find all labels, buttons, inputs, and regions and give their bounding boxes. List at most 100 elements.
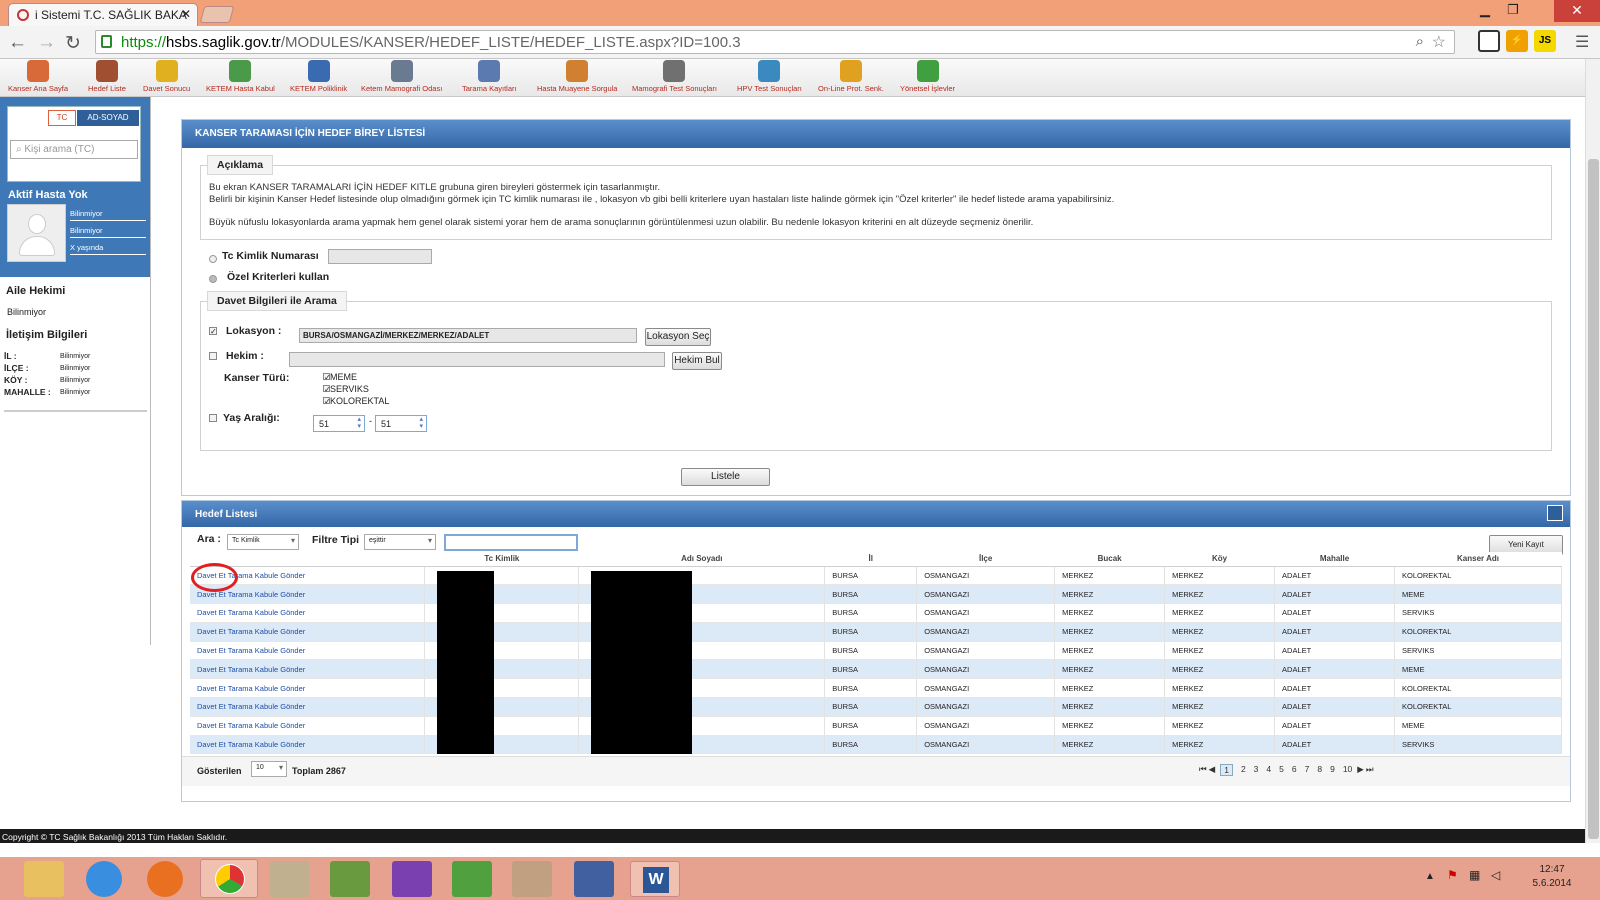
hekim-input[interactable] xyxy=(289,352,665,367)
ie-icon[interactable] xyxy=(86,861,122,897)
browser-tab[interactable]: i Sistemi T.C. SAĞLIK BAKA ✕ xyxy=(8,3,198,26)
lokasyon-input[interactable]: BURSA/OSMANGAZİ/MERKEZ/MERKEZ/ADALET xyxy=(299,328,637,343)
extension-js-icon[interactable]: JS xyxy=(1534,30,1556,52)
toolbar-item-3[interactable]: KETEM Hasta Kabul xyxy=(206,59,275,97)
row-action-links[interactable]: Davet Et Tarama Kabule Gönder xyxy=(190,622,426,642)
new-tab-button[interactable] xyxy=(199,6,235,23)
lokasyon-checkbox[interactable]: ✓ xyxy=(209,327,217,336)
pager-nav-icon[interactable]: ⏭ xyxy=(1366,764,1374,776)
table-row[interactable]: Davet Et Tarama Kabule Gönder BURSA OSMANG… xyxy=(190,697,1562,717)
paint-icon[interactable] xyxy=(512,861,552,897)
table-row[interactable]: Davet Et Tarama Kabule Gönder BURSA OSMANG… xyxy=(190,622,1562,642)
table-row[interactable]: Davet Et Tarama Kabule Gönder BURSA OSMANG… xyxy=(190,735,1562,755)
hekim-bul-button[interactable]: Hekim Bul xyxy=(672,352,722,370)
page-link[interactable]: 10 xyxy=(1343,764,1352,776)
toolbar-item-9[interactable]: HPV Test Sonuçları xyxy=(737,59,802,97)
page-link[interactable]: 1 xyxy=(1220,764,1233,776)
tc-radio[interactable] xyxy=(209,255,217,263)
column-header[interactable]: Adı Soyadı xyxy=(578,552,825,567)
filtre-select[interactable]: eşittir xyxy=(364,534,436,550)
yas-checkbox[interactable] xyxy=(209,414,217,422)
explorer-icon[interactable] xyxy=(24,861,64,897)
page-link[interactable]: 9 xyxy=(1330,764,1335,776)
menu-icon[interactable]: ☰ xyxy=(1575,32,1589,52)
page-link[interactable]: 8 xyxy=(1317,764,1322,776)
export-icon[interactable] xyxy=(1547,505,1563,521)
reload-icon[interactable]: ↻ xyxy=(65,32,81,55)
column-header[interactable]: Bucak xyxy=(1054,552,1165,567)
page-link[interactable]: 7 xyxy=(1305,764,1310,776)
minimize-button[interactable]: ▁ xyxy=(1472,2,1498,18)
row-action-links[interactable]: Davet Et Tarama Kabule Gönder xyxy=(190,603,426,623)
table-row[interactable]: Davet Et Tarama Kabule Gönder BURSA OSMANG… xyxy=(190,566,1562,586)
table-row[interactable]: Davet Et Tarama Kabule Gönder BURSA OSMANG… xyxy=(190,641,1562,661)
tc-input[interactable] xyxy=(328,249,432,264)
row-action-links[interactable]: Davet Et Tarama Kabule Gönder xyxy=(190,678,426,699)
table-row[interactable]: Davet Et Tarama Kabule Gönder BURSA OSMANG… xyxy=(190,678,1562,699)
kanser-type-meme[interactable]: ✓MEME xyxy=(323,371,389,383)
toolbar-item-11[interactable]: Yönetsel İşlevler xyxy=(900,59,955,97)
firefox-icon[interactable] xyxy=(147,861,183,897)
toolbar-item-7[interactable]: Hasta Muayene Sorgula xyxy=(537,59,617,97)
back-icon[interactable]: ← xyxy=(8,32,27,54)
visual-studio-icon[interactable] xyxy=(392,861,432,897)
tab-adsoyad[interactable]: AD-SOYAD xyxy=(77,110,139,126)
page-link[interactable]: 6 xyxy=(1292,764,1297,776)
column-header[interactable]: İlçe xyxy=(916,552,1055,567)
filter-input[interactable] xyxy=(444,534,578,551)
chart-app-icon[interactable] xyxy=(452,861,492,897)
patient-search-input[interactable]: ⌕ Kişi arama (TC) xyxy=(10,140,138,159)
row-action-links[interactable]: Davet Et Tarama Kabule Gönder xyxy=(190,659,426,680)
ara-select[interactable]: Tc Kimlik xyxy=(227,534,299,550)
toolbar-item-5[interactable]: Ketem Mamografi Odası xyxy=(361,59,442,97)
forward-icon[interactable]: → xyxy=(37,32,56,54)
tray-expand-icon[interactable]: ▲ xyxy=(1425,871,1435,882)
toolbar-item-10[interactable]: On-Line Prot. Senk. xyxy=(818,59,884,97)
tab-tc[interactable]: TC xyxy=(48,110,76,126)
row-action-links[interactable]: Davet Et Tarama Kabule Gönder xyxy=(190,641,426,661)
table-row[interactable]: Davet Et Tarama Kabule Gönder BURSA OSMANG… xyxy=(190,603,1562,623)
extension-lightning-icon[interactable]: ⚡ xyxy=(1506,30,1528,52)
tray-clock[interactable]: 12:47 5.6.2014 xyxy=(1527,864,1577,889)
table-row[interactable]: Davet Et Tarama Kabule Gönder BURSA OSMANG… xyxy=(190,716,1562,736)
kanser-type-kolorektal[interactable]: ✓KOLOREKTAL xyxy=(323,395,389,407)
page-size-select[interactable]: 10 xyxy=(251,761,287,777)
remote-desktop-icon[interactable] xyxy=(574,861,614,897)
column-header[interactable]: Köy xyxy=(1164,552,1275,567)
toolbar-item-1[interactable]: Hedef Liste xyxy=(88,59,126,97)
column-header[interactable]: Tc Kimlik xyxy=(424,552,579,567)
row-action-links[interactable]: Davet Et Tarama Kabule Gönder xyxy=(190,735,426,755)
bookmark-star-icon[interactable]: ☆ xyxy=(1432,32,1446,52)
hekim-checkbox[interactable] xyxy=(209,352,217,360)
page-scrollbar[interactable] xyxy=(1585,59,1600,843)
word-taskbar-button[interactable]: W xyxy=(630,861,680,897)
maximize-button[interactable]: ❐ xyxy=(1500,2,1526,18)
extension-reader-icon[interactable] xyxy=(1478,30,1500,52)
row-action-links[interactable]: Davet Et Tarama Kabule Gönder xyxy=(190,697,426,717)
column-header[interactable]: İl xyxy=(824,552,917,567)
address-bar[interactable]: https://hsbs.saglik.gov.tr/MODULES/KANSE… xyxy=(95,30,1455,54)
tab-close-icon[interactable]: ✕ xyxy=(181,7,191,21)
page-link[interactable]: 5 xyxy=(1279,764,1284,776)
page-link[interactable]: 2 xyxy=(1241,764,1246,776)
frog-icon[interactable] xyxy=(330,861,370,897)
page-link[interactable]: 3 xyxy=(1254,764,1259,776)
toolbar-item-8[interactable]: Mamografi Test Sonuçları xyxy=(632,59,717,97)
toolbar-item-4[interactable]: KETEM Poliklinik xyxy=(290,59,347,97)
pager-nav-icon[interactable]: ▶ xyxy=(1357,764,1364,776)
yas-min-stepper[interactable]: 51 ▴ ▾ xyxy=(313,415,365,432)
tools-icon[interactable] xyxy=(270,861,310,897)
ozel-radio[interactable] xyxy=(209,275,217,283)
kanser-type-serviks[interactable]: ✓SERVIKS xyxy=(323,383,389,395)
pager-nav-icon[interactable]: ◀ xyxy=(1209,764,1216,776)
zoom-icon[interactable]: ⌕ xyxy=(1416,33,1424,50)
listele-button[interactable]: Listele xyxy=(681,468,770,486)
lokasyon-sec-button[interactable]: Lokasyon Seç xyxy=(645,328,711,346)
yas-max-stepper[interactable]: 51 ▴ ▾ xyxy=(375,415,427,432)
table-row[interactable]: Davet Et Tarama Kabule Gönder BURSA OSMANG… xyxy=(190,584,1562,605)
toolbar-item-0[interactable]: Kanser Ana Sayfa xyxy=(8,59,68,97)
toolbar-item-2[interactable]: Davet Sonucu xyxy=(143,59,190,97)
column-header[interactable]: Kanser Adı xyxy=(1394,552,1562,567)
tray-flag-icon[interactable]: ⚑ xyxy=(1447,868,1458,882)
tray-volume-icon[interactable]: ◁ xyxy=(1491,868,1500,882)
